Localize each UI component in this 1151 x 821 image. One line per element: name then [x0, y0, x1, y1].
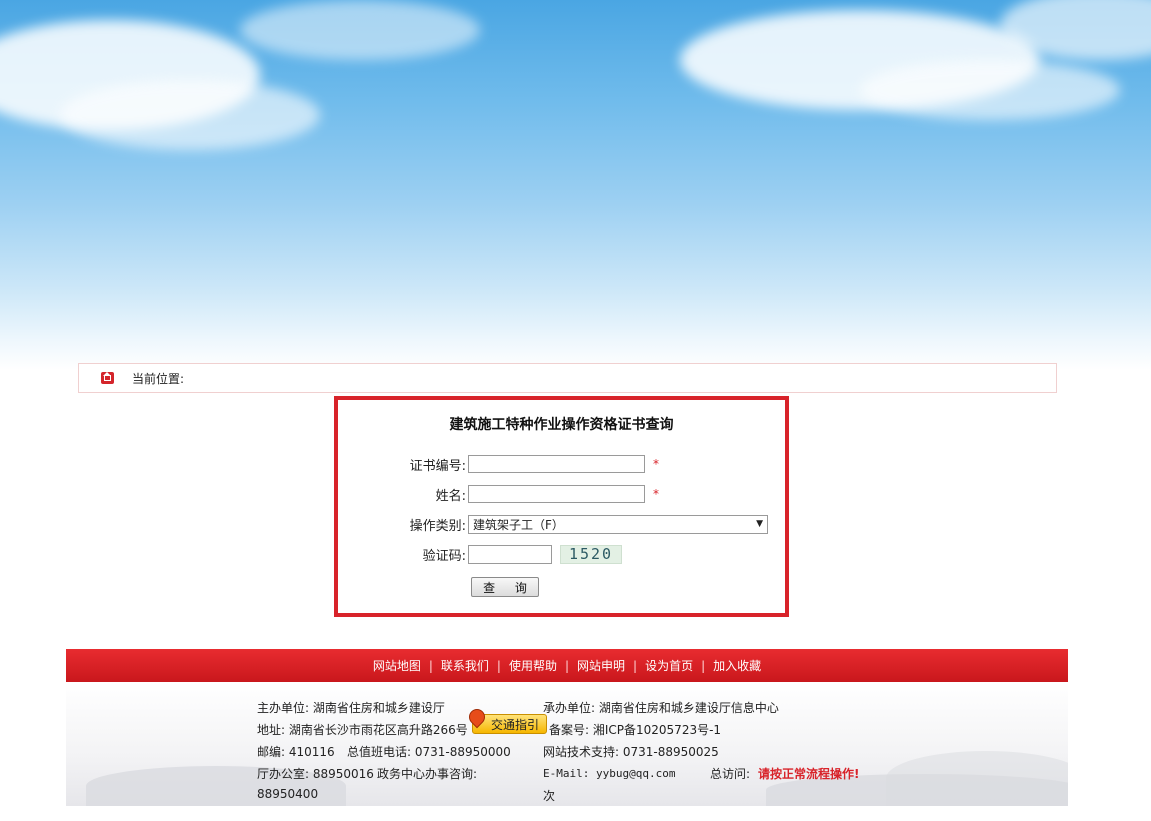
cert-no-row: 证书编号: *	[338, 453, 659, 475]
certificate-query-panel: 建筑施工特种作业操作资格证书查询 证书编号: * 姓名: * 操作类别: 建筑架…	[334, 396, 789, 617]
type-select[interactable]: 建筑架子工（F） ▼	[468, 514, 768, 534]
footer-link-add-favorite[interactable]: 加入收藏	[713, 657, 761, 674]
footer-visits-suffix: 次	[543, 789, 556, 803]
footer-duty-phone: 总值班电话: 0731-88950000	[347, 745, 511, 759]
separator: |	[701, 658, 706, 673]
breadcrumb-label: 当前位置:	[132, 371, 185, 386]
footer-email: E-Mail: yybug@qq.com	[543, 767, 676, 780]
traffic-guide-label: 交通指引	[491, 717, 540, 732]
cert-no-input[interactable]	[468, 455, 645, 473]
footer-icp: 备案号: 湘ICP备10205723号-1	[549, 723, 722, 737]
name-label: 姓名:	[435, 488, 466, 504]
captcha-label: 验证码:	[422, 548, 466, 564]
query-button[interactable]: 查 询	[471, 577, 539, 597]
type-label: 操作类别:	[409, 518, 466, 534]
required-mark: *	[653, 457, 659, 471]
separator: |	[564, 658, 570, 673]
footer-visits-label: 总访问:	[710, 767, 751, 781]
separator: |	[633, 658, 638, 673]
cert-no-label: 证书编号:	[409, 458, 466, 474]
name-input[interactable]	[468, 485, 645, 503]
footer-tech-support: 网站技术支持: 0731-88950025	[543, 745, 719, 759]
footer-postcode: 邮编: 410116	[257, 745, 335, 759]
page-title: 建筑施工特种作业操作资格证书查询	[449, 417, 674, 433]
footer-service-phone: 88950400	[257, 787, 319, 801]
footer-sponsor: 主办单位: 湖南省住房和城乡建设厅	[257, 701, 445, 715]
footer-organizer: 承办单位: 湖南省住房和城乡建设厅信息中心	[543, 701, 779, 715]
footer-link-sitemap[interactable]: 网站地图	[373, 657, 421, 674]
footer-link-set-homepage[interactable]: 设为首页	[645, 657, 693, 674]
traffic-guide-button[interactable]: 交通指引	[465, 705, 547, 734]
required-mark: *	[653, 487, 659, 501]
chevron-down-icon: ▼	[756, 519, 763, 529]
separator: |	[496, 658, 501, 673]
footer-nav: 网站地图 | 联系我们 | 使用帮助 | 网站申明 | 设为首页 | 加入收藏	[66, 649, 1068, 682]
footer-service-consult: 政务中心办事咨询:	[377, 767, 478, 781]
home-icon	[101, 372, 114, 384]
captcha-row: 验证码: 1520	[338, 543, 622, 565]
type-selected-value: 建筑架子工（F）	[473, 517, 564, 532]
breadcrumb: 当前位置:	[78, 363, 1057, 393]
footer-address: 地址: 湖南省长沙市雨花区高升路266号	[257, 723, 468, 737]
footer-visits-notice: 请按正常流程操作!	[758, 767, 860, 781]
footer-office: 厅办公室: 88950016	[257, 767, 374, 781]
separator: |	[428, 658, 433, 673]
captcha-image[interactable]: 1520	[560, 544, 622, 564]
footer-link-statement[interactable]: 网站申明	[577, 657, 625, 674]
footer-link-help[interactable]: 使用帮助	[509, 657, 557, 674]
header-banner	[0, 0, 1151, 370]
footer-link-contact[interactable]: 联系我们	[441, 657, 489, 674]
name-row: 姓名: *	[338, 483, 659, 505]
type-row: 操作类别: 建筑架子工（F） ▼	[338, 513, 768, 535]
captcha-input[interactable]	[468, 544, 552, 564]
